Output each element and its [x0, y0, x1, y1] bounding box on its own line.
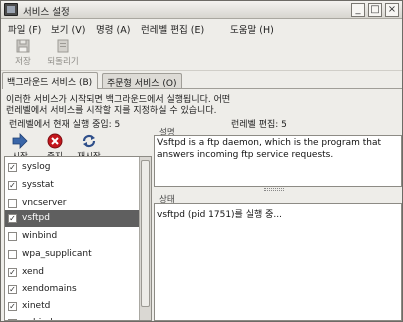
save-label: 저장: [15, 57, 31, 67]
service-name: xend: [22, 267, 45, 277]
tab-ondemand-services[interactable]: 주문형 서비스 (O): [102, 73, 182, 89]
service-checkbox[interactable]: ✓: [8, 214, 17, 223]
service-row[interactable]: ✓ xinetd: [5, 298, 139, 315]
description-line-2: 런레벨에서 서비스를 시작할 지를 지정하실 수 있습니다.: [6, 106, 217, 116]
tab-background-services[interactable]: 백그라운드 서비스 (B): [2, 72, 98, 89]
maximize-button[interactable]: □: [368, 3, 382, 17]
service-row[interactable]: ✓ xendomains: [5, 281, 139, 298]
menu-edit-runlevel[interactable]: 런레벨 편집 (E): [141, 22, 204, 36]
service-checkbox[interactable]: ✓: [8, 268, 17, 277]
minimize-button[interactable]: _: [351, 3, 365, 17]
service-row-selected[interactable]: ✓ vsftpd: [5, 210, 139, 227]
list-scrollbar-thumb[interactable]: [141, 160, 150, 307]
start-arrow-icon: [12, 133, 28, 149]
window-title: 서비스 설정: [23, 7, 70, 18]
restart-icon: [82, 134, 96, 148]
service-checkbox[interactable]: [8, 319, 17, 320]
service-checkbox[interactable]: ✓: [8, 302, 17, 311]
menu-help[interactable]: 도움말 (H): [230, 22, 274, 36]
close-button[interactable]: ×: [385, 3, 399, 17]
pane-splitter-handle[interactable]: [264, 188, 284, 191]
service-row[interactable]: ✓ syslog: [5, 159, 139, 176]
service-name: winbind: [22, 231, 58, 241]
service-name: vncserver: [22, 198, 67, 208]
service-row[interactable]: winbind: [5, 228, 139, 245]
service-row[interactable]: ypbind: [5, 315, 139, 320]
service-checkbox[interactable]: [8, 199, 17, 208]
description-pane-line-2: answers incoming ftp service requests.: [157, 150, 334, 160]
menu-file[interactable]: 파일 (F): [8, 22, 41, 36]
service-checkbox[interactable]: ✓: [8, 285, 17, 294]
status-pane: vsftpd (pid 1751)를 실행 중...: [154, 203, 402, 321]
status-text: vsftpd (pid 1751)를 실행 중...: [157, 210, 282, 220]
service-checkbox[interactable]: ✓: [8, 181, 17, 190]
stop-icon: [47, 133, 63, 149]
revert-icon: [57, 39, 69, 53]
service-name: ypbind: [22, 318, 53, 320]
service-row[interactable]: ✓ xend: [5, 264, 139, 281]
title-bar[interactable]: 서비스 설정 _ □ ×: [1, 1, 402, 19]
toolbar: 저장 되돌리기: [1, 37, 402, 71]
service-checkbox[interactable]: ✓: [8, 163, 17, 172]
revert-label: 되돌리기: [47, 57, 79, 67]
edit-runlevel: 런레벨 편집: 5: [231, 120, 287, 130]
revert-button[interactable]: 되돌리기: [45, 39, 81, 69]
service-name: wpa_supplicant: [22, 249, 92, 259]
list-scrollbar[interactable]: [139, 157, 151, 320]
service-name: xinetd: [22, 301, 51, 311]
service-config-window: 서비스 설정 _ □ × 파일 (F) 보기 (V) 명령 (A) 런레벨 편집…: [0, 0, 403, 322]
service-name: syslog: [22, 162, 51, 172]
service-name: vsftpd: [22, 213, 50, 223]
app-icon: [4, 3, 18, 16]
service-checkbox[interactable]: [8, 232, 17, 241]
floppy-icon: [16, 39, 30, 53]
description-pane-line-1: Vsftpd is a ftp daemon, which is the pro…: [157, 138, 381, 148]
service-row[interactable]: wpa_supplicant: [5, 246, 139, 263]
menu-actions[interactable]: 명령 (A): [96, 22, 130, 36]
menu-bar: 파일 (F) 보기 (V) 명령 (A) 런레벨 편집 (E) 도움말 (H): [1, 20, 402, 37]
description-pane: Vsftpd is a ftp daemon, which is the pro…: [154, 135, 402, 187]
service-checkbox[interactable]: [8, 250, 17, 259]
service-name: sysstat: [22, 180, 54, 190]
service-list[interactable]: ✓ syslog ✓ sysstat vncserver ✓ vsftpd wi…: [4, 156, 152, 321]
service-name: xendomains: [22, 284, 77, 294]
menu-view[interactable]: 보기 (V): [51, 22, 85, 36]
service-row[interactable]: ✓ sysstat: [5, 177, 139, 194]
save-button[interactable]: 저장: [5, 39, 41, 69]
current-runlevel: 런레벨에서 현재 실행 중입: 5: [9, 120, 121, 130]
